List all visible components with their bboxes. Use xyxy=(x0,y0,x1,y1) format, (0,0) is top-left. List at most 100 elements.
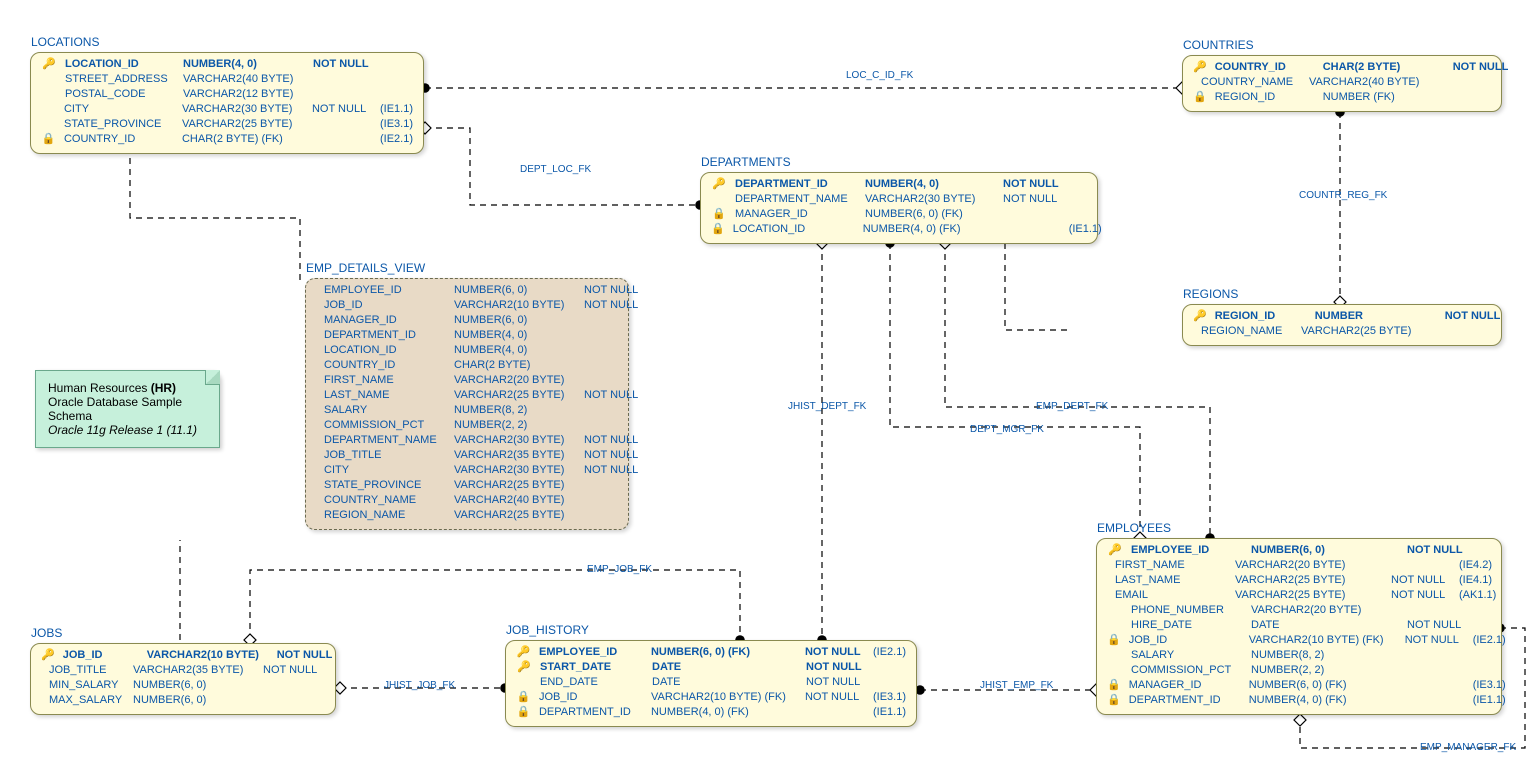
column-name: MAX_SALARY xyxy=(49,693,125,708)
column-name: LAST_NAME xyxy=(1115,573,1227,588)
column-name: POSTAL_CODE xyxy=(65,87,175,102)
column-nullable: NOT NULL xyxy=(1407,618,1467,633)
entity-locations[interactable]: LOCATIONS 🔑LOCATION_IDNUMBER(4, 0)NOT NU… xyxy=(30,52,424,154)
column-row[interactable]: STREET_ADDRESSVARCHAR2(40 BYTE) xyxy=(41,72,413,87)
column-row[interactable]: LOCATION_IDNUMBER(4, 0) xyxy=(316,343,618,358)
column-row[interactable]: DEPARTMENT_IDNUMBER(4, 0) xyxy=(316,328,618,343)
column-row[interactable]: COMMISSION_PCTNUMBER(2, 2) xyxy=(316,418,618,433)
column-nullable: NOT NULL xyxy=(584,388,644,403)
column-nullable xyxy=(1407,663,1467,678)
column-row[interactable]: STATE_PROVINCEVARCHAR2(25 BYTE)(IE3.1) xyxy=(41,117,413,132)
column-row[interactable]: LAST_NAMEVARCHAR2(25 BYTE)NOT NULL xyxy=(316,388,618,403)
schema-note: Human Resources (HR) Oracle Database Sam… xyxy=(35,370,220,448)
column-row[interactable]: EMAILVARCHAR2(25 BYTE)NOT NULL(AK1.1) xyxy=(1107,588,1491,603)
blank-icon xyxy=(1107,603,1123,618)
column-row[interactable]: 🔒JOB_IDVARCHAR2(10 BYTE) (FK)NOT NULL(IE… xyxy=(1107,633,1491,648)
column-row[interactable]: COUNTRY_NAMEVARCHAR2(40 BYTE) xyxy=(1193,75,1491,90)
column-type: VARCHAR2(10 BYTE) (FK) xyxy=(651,690,797,705)
column-type: VARCHAR2(20 BYTE) xyxy=(1251,603,1399,618)
column-row[interactable]: 🔑EMPLOYEE_IDNUMBER(6, 0)NOT NULL xyxy=(1107,543,1491,558)
column-row[interactable]: 🔑START_DATEDATENOT NULL xyxy=(516,660,906,675)
entity-departments[interactable]: DEPARTMENTS 🔑DEPARTMENT_IDNUMBER(4, 0)NO… xyxy=(700,172,1098,244)
column-type: NUMBER(6, 0) (FK) xyxy=(865,207,995,222)
column-type: NUMBER(2, 2) xyxy=(454,418,576,433)
column-row[interactable]: POSTAL_CODEVARCHAR2(12 BYTE) xyxy=(41,87,413,102)
column-nullable xyxy=(1439,75,1499,90)
column-row[interactable]: PHONE_NUMBERVARCHAR2(20 BYTE) xyxy=(1107,603,1491,618)
column-type: NUMBER(6, 0) xyxy=(454,313,576,328)
column-row[interactable]: MAX_SALARYNUMBER(6, 0) xyxy=(41,693,325,708)
column-nullable: NOT NULL xyxy=(584,448,644,463)
column-row[interactable]: 🔒MANAGER_IDNUMBER(6, 0) (FK) xyxy=(711,207,1087,222)
column-row[interactable]: 🔒MANAGER_IDNUMBER(6, 0) (FK)(IE3.1) xyxy=(1107,678,1491,693)
column-row[interactable]: 🔑LOCATION_IDNUMBER(4, 0)NOT NULL xyxy=(41,57,413,72)
column-row[interactable]: COUNTRY_NAMEVARCHAR2(40 BYTE) xyxy=(316,493,618,508)
primary-key-icon: 🔑 xyxy=(1193,60,1207,75)
column-row[interactable]: JOB_IDVARCHAR2(10 BYTE)NOT NULL xyxy=(316,298,618,313)
column-row[interactable]: 🔒DEPARTMENT_IDNUMBER(4, 0) (FK)(IE1.1) xyxy=(1107,693,1491,708)
entity-regions[interactable]: REGIONS 🔑REGION_IDNUMBERNOT NULLREGION_N… xyxy=(1182,304,1502,346)
column-index: (IE3.1) xyxy=(873,690,906,705)
column-type: VARCHAR2(25 BYTE) xyxy=(1235,573,1383,588)
column-row[interactable]: 🔒LOCATION_IDNUMBER(4, 0) (FK)(IE1.1) xyxy=(711,222,1087,237)
column-row[interactable]: DEPARTMENT_NAMEVARCHAR2(30 BYTE)NOT NULL xyxy=(316,433,618,448)
entity-jobs[interactable]: JOBS 🔑JOB_IDVARCHAR2(10 BYTE)NOT NULLJOB… xyxy=(30,643,336,715)
column-row[interactable]: COUNTRY_IDCHAR(2 BYTE) xyxy=(316,358,618,373)
column-row[interactable]: 🔒REGION_IDNUMBER (FK) xyxy=(1193,90,1491,105)
column-row[interactable]: REGION_NAMEVARCHAR2(25 BYTE) xyxy=(316,508,618,523)
column-row[interactable]: 🔒JOB_IDVARCHAR2(10 BYTE) (FK)NOT NULL(IE… xyxy=(516,690,906,705)
column-row[interactable]: 🔑DEPARTMENT_IDNUMBER(4, 0)NOT NULL xyxy=(711,177,1087,192)
column-nullable xyxy=(312,117,372,132)
entity-title: COUNTRIES xyxy=(1183,38,1254,52)
column-row[interactable]: REGION_NAMEVARCHAR2(25 BYTE) xyxy=(1193,324,1491,339)
column-row[interactable]: END_DATEDATENOT NULL xyxy=(516,675,906,690)
column-row[interactable]: MIN_SALARYNUMBER(6, 0) xyxy=(41,678,325,693)
column-type: NUMBER(6, 0) (FK) xyxy=(651,645,797,660)
column-row[interactable]: CITYVARCHAR2(30 BYTE)NOT NULL(IE1.1) xyxy=(41,102,413,117)
column-row[interactable]: SALARYNUMBER(8, 2) xyxy=(1107,648,1491,663)
rel-label-loc-c-id-fk: LOC_C_ID_FK xyxy=(846,70,913,81)
column-row[interactable]: FIRST_NAMEVARCHAR2(20 BYTE) xyxy=(316,373,618,388)
blank-icon xyxy=(1107,663,1123,678)
column-row[interactable]: 🔑JOB_IDVARCHAR2(10 BYTE)NOT NULL xyxy=(41,648,325,663)
entity-emp-details-view[interactable]: EMP_DETAILS_VIEW EMPLOYEE_IDNUMBER(6, 0)… xyxy=(305,278,629,530)
column-row[interactable]: DEPARTMENT_NAMEVARCHAR2(30 BYTE)NOT NULL xyxy=(711,192,1087,207)
column-type: NUMBER(6, 0) (FK) xyxy=(1249,678,1397,693)
column-nullable: NOT NULL xyxy=(1391,573,1451,588)
column-row[interactable]: STATE_PROVINCEVARCHAR2(25 BYTE) xyxy=(316,478,618,493)
column-row[interactable]: JOB_TITLEVARCHAR2(35 BYTE)NOT NULL xyxy=(41,663,325,678)
column-row[interactable]: HIRE_DATEDATENOT NULL xyxy=(1107,618,1491,633)
column-nullable: NOT NULL xyxy=(313,57,373,72)
primary-key-icon: 🔑 xyxy=(41,648,55,663)
column-name: COUNTRY_ID xyxy=(64,132,174,147)
column-name: DEPARTMENT_ID xyxy=(324,328,446,343)
column-row[interactable]: 🔒COUNTRY_IDCHAR(2 BYTE) (FK)(IE2.1) xyxy=(41,132,413,147)
column-name: JOB_TITLE xyxy=(49,663,125,678)
foreign-key-icon: 🔒 xyxy=(516,690,531,705)
column-row[interactable]: MANAGER_IDNUMBER(6, 0) xyxy=(316,313,618,328)
entity-employees[interactable]: EMPLOYEES 🔑EMPLOYEE_IDNUMBER(6, 0)NOT NU… xyxy=(1096,538,1502,715)
column-row[interactable]: SALARYNUMBER(8, 2) xyxy=(316,403,618,418)
entity-title: LOCATIONS xyxy=(31,35,99,49)
entity-job-history[interactable]: JOB_HISTORY 🔑EMPLOYEE_IDNUMBER(6, 0) (FK… xyxy=(505,640,917,727)
column-row[interactable]: 🔑COUNTRY_IDCHAR(2 BYTE)NOT NULL xyxy=(1193,60,1491,75)
column-row[interactable]: 🔑REGION_IDNUMBERNOT NULL xyxy=(1193,309,1491,324)
column-index: (IE1.1) xyxy=(1069,222,1102,237)
column-name: STATE_PROVINCE xyxy=(324,478,446,493)
column-row[interactable]: EMPLOYEE_IDNUMBER(6, 0)NOT NULL xyxy=(316,283,618,298)
column-row[interactable]: 🔒DEPARTMENT_IDNUMBER(4, 0) (FK)(IE1.1) xyxy=(516,705,906,720)
column-nullable: NOT NULL xyxy=(1445,309,1505,324)
column-row[interactable]: JOB_TITLEVARCHAR2(35 BYTE)NOT NULL xyxy=(316,448,618,463)
column-row[interactable]: FIRST_NAMEVARCHAR2(20 BYTE)(IE4.2) xyxy=(1107,558,1491,573)
column-nullable xyxy=(584,418,644,433)
column-type: VARCHAR2(40 BYTE) xyxy=(183,72,305,87)
blank-icon xyxy=(711,192,727,207)
column-row[interactable]: CITYVARCHAR2(30 BYTE)NOT NULL xyxy=(316,463,618,478)
column-row[interactable]: LAST_NAMEVARCHAR2(25 BYTE)NOT NULL(IE4.1… xyxy=(1107,573,1491,588)
column-nullable: NOT NULL xyxy=(806,675,866,690)
entity-countries[interactable]: COUNTRIES 🔑COUNTRY_IDCHAR(2 BYTE)NOT NUL… xyxy=(1182,55,1502,112)
column-nullable xyxy=(313,72,373,87)
column-row[interactable]: 🔑EMPLOYEE_IDNUMBER(6, 0) (FK)NOT NULL(IE… xyxy=(516,645,906,660)
column-row[interactable]: COMMISSION_PCTNUMBER(2, 2) xyxy=(1107,663,1491,678)
column-type: NUMBER(4, 0) xyxy=(454,343,576,358)
